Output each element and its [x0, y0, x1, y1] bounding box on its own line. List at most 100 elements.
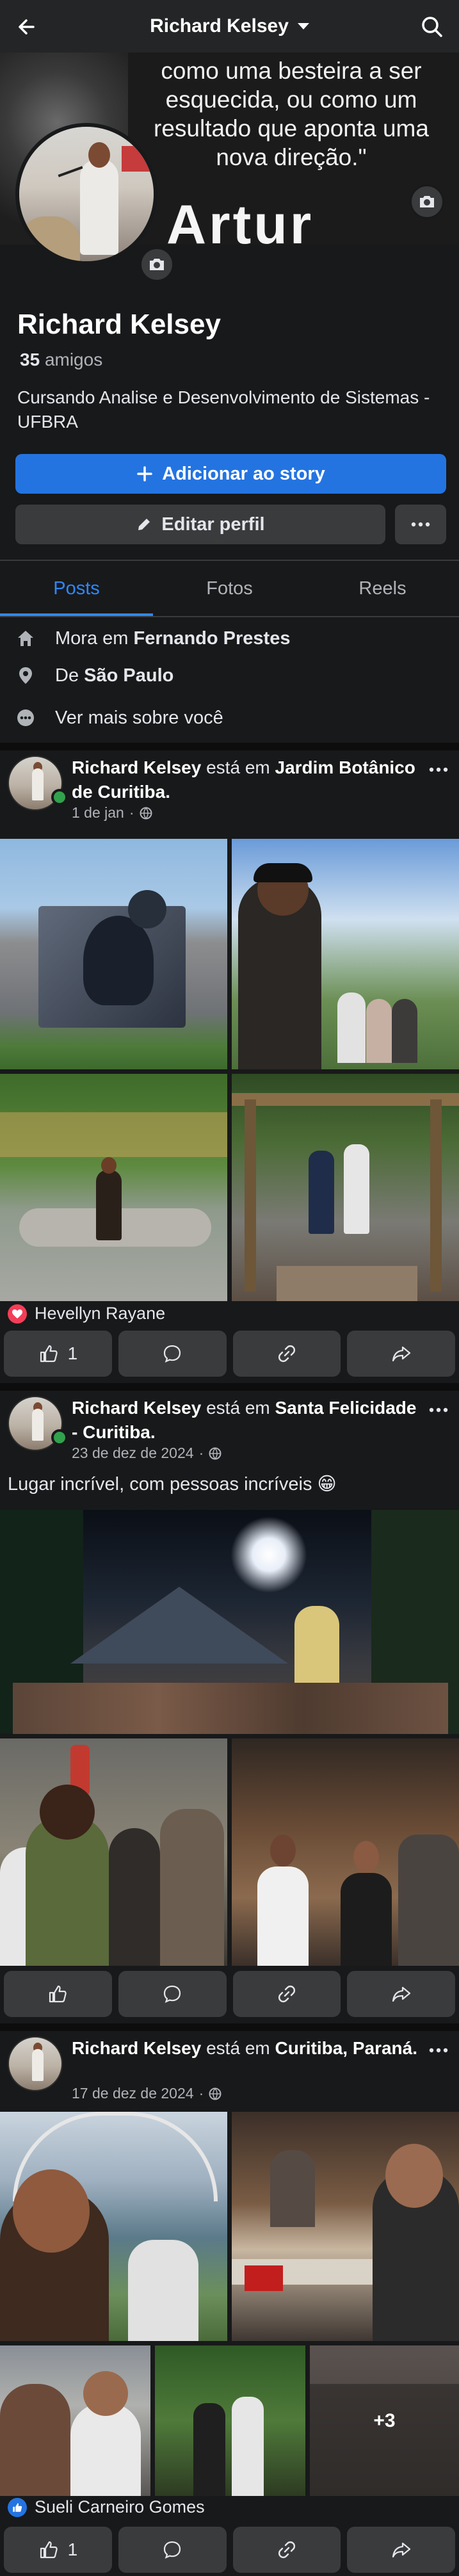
- from-link[interactable]: São Paulo: [84, 665, 173, 686]
- home-icon: [15, 628, 36, 649]
- post-actions: 1: [4, 2527, 455, 2573]
- post-author[interactable]: Richard Kelsey: [72, 2038, 201, 2058]
- comment-button[interactable]: [118, 2527, 227, 2573]
- post-date[interactable]: 17 de dez de 2024: [72, 2085, 194, 2102]
- post-photo[interactable]: [0, 2112, 227, 2341]
- post-more-icon[interactable]: [426, 757, 451, 782]
- share-icon: [392, 1346, 410, 1362]
- detail-lives-in: Mora em Fernando Prestes: [15, 622, 290, 654]
- link-icon: [278, 1345, 295, 1363]
- lives-in-link[interactable]: Fernando Prestes: [133, 628, 290, 649]
- post-title: Richard Kelsey está em Curitiba, Paraná.: [72, 2038, 418, 2058]
- love-icon: [8, 1304, 27, 1324]
- post-reactions[interactable]: Hevellyn Rayane: [8, 1304, 165, 1324]
- post-photo[interactable]: [232, 1738, 459, 1966]
- like-button[interactable]: 1: [4, 1331, 112, 1377]
- profile-avatar[interactable]: [15, 123, 157, 265]
- share-button[interactable]: [347, 1331, 455, 1377]
- post-title: Richard Kelsey está em Jardim Botânico d…: [72, 757, 415, 802]
- post-photo[interactable]: [232, 839, 459, 1069]
- header-title: Richard Kelsey: [150, 15, 289, 36]
- post-date[interactable]: 23 de dez de 2024: [72, 1445, 194, 1462]
- detail-from: De São Paulo: [15, 660, 173, 692]
- add-story-button[interactable]: Adicionar ao story: [15, 454, 446, 494]
- copy-link-button[interactable]: [232, 1971, 341, 2017]
- post-author-avatar[interactable]: [8, 2036, 63, 2091]
- share-button[interactable]: [347, 1971, 455, 2017]
- cover-camera-button[interactable]: [410, 184, 444, 219]
- link-icon: [278, 2541, 295, 2559]
- post-photo[interactable]: [155, 2345, 305, 2496]
- plus-icon: [137, 466, 152, 482]
- edit-profile-button[interactable]: Editar perfil: [15, 505, 385, 544]
- post-photo[interactable]: [0, 2345, 150, 2496]
- post-meta: 23 de dez de 2024 ·: [72, 1445, 221, 1462]
- avatar-camera-button[interactable]: [140, 247, 174, 282]
- globe-icon: [140, 807, 152, 819]
- copy-link-button[interactable]: [232, 2527, 341, 2573]
- online-indicator: [51, 789, 68, 806]
- post-meta: 1 de jan ·: [72, 804, 152, 822]
- like-icon: [49, 1985, 67, 2003]
- tab-reels[interactable]: Reels: [306, 561, 459, 616]
- profile-tabs: Posts Fotos Reels: [0, 561, 459, 616]
- cover-quote: como uma besteira a ser esquecida, ou co…: [154, 58, 429, 170]
- globe-icon: [209, 1447, 221, 1459]
- copy-link-button[interactable]: [232, 1331, 341, 1377]
- like-icon: [8, 2497, 27, 2517]
- post-author[interactable]: Richard Kelsey: [72, 1398, 201, 1418]
- comment-button[interactable]: [118, 1971, 227, 2017]
- profile-bio: Cursando Analise e Desenvolvimento de Si…: [17, 387, 430, 432]
- like-count: 1: [67, 1343, 78, 1363]
- post-photo[interactable]: [232, 2112, 459, 2341]
- more-photos-tile[interactable]: +3: [310, 2345, 459, 2496]
- share-icon: [392, 1986, 410, 2002]
- pencil-icon: [138, 519, 150, 530]
- more-icon: [411, 522, 430, 527]
- tab-photos[interactable]: Fotos: [153, 561, 306, 616]
- comment-icon: [164, 1345, 181, 1363]
- share-button[interactable]: [347, 2527, 455, 2573]
- post-actions: 1: [4, 1331, 455, 1377]
- post-reactions[interactable]: Sueli Carneiro Gomes: [8, 2497, 205, 2517]
- like-icon: [40, 2541, 58, 2559]
- location-pin-icon: [15, 665, 36, 686]
- top-bar: Richard Kelsey: [0, 0, 459, 53]
- tab-posts[interactable]: Posts: [0, 561, 153, 616]
- more-photos-count: +3: [373, 2410, 396, 2431]
- comment-icon: [164, 2541, 181, 2559]
- link-icon: [278, 1985, 295, 2003]
- friends-count[interactable]: 35 amigos: [20, 350, 102, 370]
- more-dots-icon: [15, 708, 36, 728]
- like-button[interactable]: 1: [4, 2527, 112, 2573]
- like-button[interactable]: [4, 1971, 112, 2017]
- comment-button[interactable]: [118, 1331, 227, 1377]
- globe-icon: [209, 2087, 221, 2100]
- post-photo[interactable]: [0, 839, 227, 1069]
- back-arrow-icon[interactable]: [14, 13, 42, 41]
- post-text: Lugar incrível, com pessoas incríveis 😁: [8, 1474, 337, 1495]
- post-meta: 17 de dez de 2024 ·: [72, 2085, 221, 2102]
- post-header: Richard Kelsey está em Jardim Botânico d…: [0, 750, 459, 821]
- like-count: 1: [67, 2540, 78, 2559]
- see-more-about-you[interactable]: Ver mais sobre você: [15, 702, 223, 734]
- post-place[interactable]: Curitiba, Paraná.: [275, 2038, 418, 2058]
- post-more-icon[interactable]: [426, 1397, 451, 1423]
- post-author[interactable]: Richard Kelsey: [72, 757, 201, 777]
- profile-switcher[interactable]: Richard Kelsey: [150, 15, 309, 37]
- camera-icon: [150, 259, 164, 270]
- camera-icon: [420, 196, 434, 207]
- post-more-icon[interactable]: [426, 2037, 451, 2063]
- search-icon[interactable]: [418, 13, 446, 41]
- online-indicator: [51, 1429, 68, 1446]
- post-photo[interactable]: [0, 1510, 459, 1734]
- post-photo[interactable]: [0, 1738, 227, 1966]
- post-title: Richard Kelsey está em Santa Felicidade …: [72, 1398, 417, 1442]
- more-options-button[interactable]: [395, 505, 446, 544]
- comment-icon: [164, 1985, 181, 2003]
- share-icon: [392, 2542, 410, 2558]
- post-date[interactable]: 1 de jan: [72, 804, 124, 822]
- post-photo[interactable]: [232, 1074, 459, 1301]
- post-photo[interactable]: [0, 1074, 227, 1301]
- reaction-name: Sueli Carneiro Gomes: [35, 2497, 205, 2516]
